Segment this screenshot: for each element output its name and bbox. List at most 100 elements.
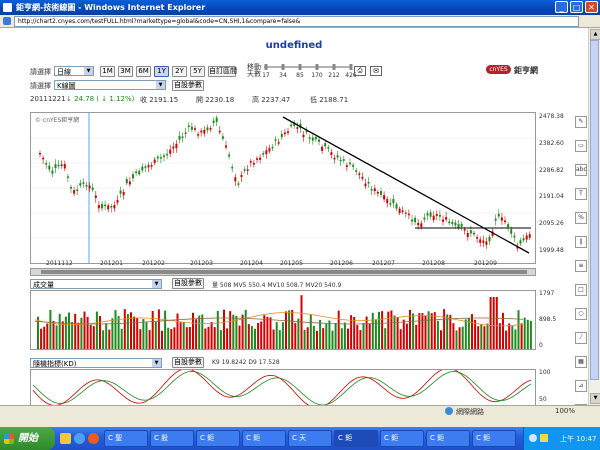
custom-range-button[interactable]: 自訂區間	[208, 66, 237, 77]
candle-body	[172, 146, 175, 149]
scroller-thumb[interactable]	[41, 270, 527, 274]
candle-body	[466, 232, 469, 238]
print-icon[interactable]: ⎙	[354, 66, 366, 76]
abc-icon[interactable]: abc	[575, 164, 587, 176]
candle-body	[457, 224, 460, 228]
range-button-6m[interactable]: 6M	[136, 66, 151, 77]
maximize-button[interactable]: □	[570, 1, 583, 13]
volume-bar	[412, 313, 415, 349]
ma-value[interactable]: 17	[260, 72, 272, 79]
chevron-down-icon: ▼	[84, 67, 93, 75]
minimize-button[interactable]: _	[555, 1, 568, 13]
candle-body	[308, 137, 311, 139]
volume-bar	[210, 322, 213, 349]
ellipse-icon[interactable]: ○	[575, 308, 587, 320]
volume-panel[interactable]	[30, 290, 536, 350]
scroll-thumb[interactable]	[590, 40, 599, 380]
volume-params-button[interactable]: 自設參數	[172, 278, 204, 289]
chart-watermark: © cnYES鉅亨網	[35, 117, 80, 124]
price-chart-panel[interactable]: © cnYES鉅亨網	[30, 112, 536, 264]
security-zone: 網際網路	[456, 408, 484, 416]
taskbar-task[interactable]: C 鉅	[334, 430, 378, 447]
url-field[interactable]: http://chart2.cnyes.com/testFULL.html?ma…	[14, 16, 579, 27]
volume-bar	[492, 297, 495, 349]
candle-body	[380, 191, 382, 195]
fibo-icon[interactable]: ≡	[575, 260, 587, 272]
taskbar-task[interactable]: C 鉅	[242, 430, 286, 447]
candle-body	[147, 165, 150, 168]
close-button[interactable]: ✕	[585, 1, 598, 13]
volume-bar	[92, 326, 95, 349]
candle-body	[274, 139, 277, 141]
taskbar-task[interactable]: C 鉅	[196, 430, 240, 447]
candle-body	[259, 157, 262, 160]
fan-icon[interactable]: ⊿	[575, 380, 587, 392]
tray-volume-icon[interactable]	[540, 434, 548, 442]
candle-body	[243, 169, 246, 171]
parallel-icon[interactable]: ∥	[575, 236, 587, 248]
range-button-5y[interactable]: 5Y	[190, 66, 205, 77]
chart-params-button[interactable]: 自設參數	[172, 80, 204, 91]
tray-network-icon[interactable]	[529, 434, 537, 442]
quicklaunch-ie-icon[interactable]	[74, 433, 85, 444]
candle-body	[504, 220, 506, 223]
volume-y-tick: 898.5	[539, 316, 557, 323]
kd-panel[interactable]	[30, 369, 536, 406]
range-button-1m[interactable]: 1M	[100, 66, 115, 77]
chevron-down-icon: ▼	[152, 280, 161, 288]
taskbar-task[interactable]: C 鉅	[380, 430, 424, 447]
mail-icon[interactable]: ✉	[370, 66, 382, 76]
ma-value[interactable]: 212	[328, 72, 340, 79]
text-icon[interactable]: T	[575, 188, 587, 200]
range-button-2y[interactable]: 2Y	[172, 66, 187, 77]
chart-scroller[interactable]	[30, 268, 536, 276]
taskbar-task[interactable]: C 鉅	[426, 430, 470, 447]
candle-body	[113, 205, 116, 209]
taskbar-task[interactable]: C 天	[288, 430, 332, 447]
volume-bar	[384, 328, 387, 349]
kd-k-line	[32, 370, 532, 406]
page-scrollbar[interactable]: ▲ ▼	[588, 28, 600, 405]
chart-type-select[interactable]: K線圖 ▼	[54, 80, 166, 90]
volume-bar	[511, 326, 514, 349]
candle-body	[442, 219, 444, 222]
volume-bar	[111, 318, 114, 349]
volume-bar	[247, 324, 250, 349]
kd-indicator-select[interactable]: 隨機指標(KD) ▼	[30, 358, 162, 368]
taskbar-task[interactable]: C 鉅	[472, 430, 516, 447]
range-button-1y[interactable]: 1Y	[154, 66, 169, 77]
volume-stats: 量 508 MV5 550.4 MV10 508.7 MV20 540.9	[212, 282, 342, 289]
volume-indicator-select[interactable]: 成交量 ▼	[30, 279, 162, 289]
volume-bar	[173, 327, 176, 349]
quicklaunch-media-icon[interactable]	[88, 433, 99, 444]
grid-icon[interactable]: ▦	[575, 356, 587, 368]
candle-body	[138, 170, 141, 175]
pencil-icon[interactable]: ✎	[575, 116, 587, 128]
gann-icon[interactable]: ⁄	[575, 332, 587, 344]
quicklaunch-folder-icon[interactable]	[60, 433, 71, 444]
volume-bar	[254, 328, 256, 349]
volume-bar	[455, 330, 458, 349]
candle-body	[513, 235, 516, 238]
candle-body	[339, 159, 342, 162]
rectangle-icon[interactable]: □	[575, 284, 587, 296]
price-x-tick: 2011112	[46, 260, 73, 267]
percent-icon[interactable]: %	[575, 212, 587, 224]
zoom-level[interactable]: 100%	[555, 407, 575, 415]
candle-body	[420, 223, 423, 227]
range-button-3m[interactable]: 3M	[118, 66, 133, 77]
ma-value[interactable]: 34	[277, 72, 289, 79]
period-select[interactable]: 日線 ▼	[54, 66, 94, 76]
scroll-down-arrow[interactable]: ▼	[590, 393, 600, 404]
kd-params-button[interactable]: 自設參數	[172, 357, 204, 368]
taskbar-task[interactable]: C 股	[150, 430, 194, 447]
candle-body	[128, 181, 131, 185]
scroll-up-arrow[interactable]: ▲	[590, 29, 600, 40]
kd-y-axis: 100 50	[538, 369, 574, 405]
ruler-icon[interactable]: ▭	[575, 140, 587, 152]
ma-value[interactable]: 85	[294, 72, 306, 79]
taskbar-task[interactable]: C 聖	[104, 430, 148, 447]
period-select-value: 日線	[57, 68, 71, 76]
ma-value[interactable]: 170	[311, 72, 323, 79]
volume-bar	[232, 314, 235, 349]
